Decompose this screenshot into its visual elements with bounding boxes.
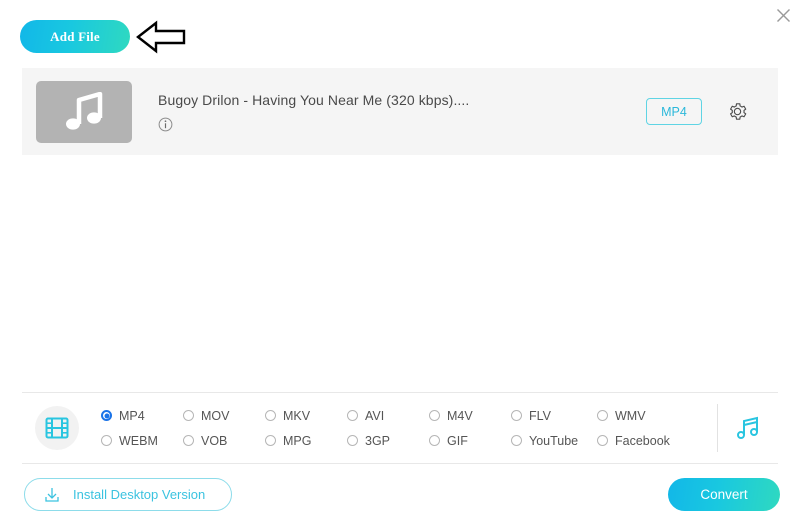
- format-option-label: 3GP: [365, 433, 391, 448]
- format-option-mpg[interactable]: MPG: [265, 428, 347, 453]
- radio-dot-avi: [347, 410, 358, 421]
- format-option-mp4[interactable]: MP4: [101, 403, 183, 428]
- format-option-wmv[interactable]: WMV: [597, 403, 687, 428]
- add-file-button[interactable]: Add File: [20, 20, 130, 53]
- format-option-label: MOV: [201, 408, 230, 423]
- format-option-gif[interactable]: GIF: [429, 428, 511, 453]
- format-option-label: Facebook: [615, 433, 670, 448]
- radio-dot-facebook: [597, 435, 608, 446]
- format-option-label: WEBM: [119, 433, 158, 448]
- format-option-label: FLV: [529, 408, 551, 423]
- format-option-label: YouTube: [529, 433, 579, 448]
- output-format-bar: MP4 MOV MKV AVI M4V FLV WMV WEBM VOB MPG…: [22, 392, 778, 464]
- radio-dot-webm: [101, 435, 112, 446]
- info-icon: [158, 117, 173, 131]
- file-thumbnail: [36, 80, 132, 143]
- left-arrow-annotation-icon: [136, 20, 186, 54]
- download-icon: [43, 486, 61, 504]
- install-desktop-version-label: Install Desktop Version: [73, 487, 206, 502]
- radio-dot-youtube: [511, 435, 522, 446]
- format-option-youtube[interactable]: YouTube: [511, 428, 597, 453]
- radio-dot-wmv: [597, 410, 608, 421]
- format-option-webm[interactable]: WEBM: [101, 428, 183, 453]
- radio-dot-gif: [429, 435, 440, 446]
- format-option-label: VOB: [201, 433, 228, 448]
- music-note-icon: [66, 91, 103, 130]
- radio-dot-flv: [511, 410, 522, 421]
- film-strip-icon: [45, 417, 69, 439]
- format-option-label: MPG: [283, 433, 312, 448]
- file-name-label: Bugoy Drilon - Having You Near Me (320 k…: [158, 91, 470, 108]
- file-info-block: Bugoy Drilon - Having You Near Me (320 k…: [158, 92, 646, 132]
- radio-dot-mov: [183, 410, 194, 421]
- file-list-item[interactable]: Bugoy Drilon - Having You Near Me (320 k…: [22, 68, 778, 155]
- format-option-label: WMV: [615, 408, 646, 423]
- format-option-label: M4V: [447, 408, 473, 423]
- radio-dot-mkv: [265, 410, 276, 421]
- radio-dot-m4v: [429, 410, 440, 421]
- format-option-3gp[interactable]: 3GP: [347, 428, 429, 453]
- close-icon: [776, 8, 790, 22]
- format-option-facebook[interactable]: Facebook: [597, 428, 687, 453]
- audio-format-tab[interactable]: [718, 414, 778, 442]
- radio-dot-3gp: [347, 435, 358, 446]
- format-option-flv[interactable]: FLV: [511, 403, 597, 428]
- format-option-label: AVI: [365, 408, 385, 423]
- format-option-mov[interactable]: MOV: [183, 403, 265, 428]
- close-window-button[interactable]: [770, 2, 796, 28]
- format-option-label: MP4: [119, 408, 145, 423]
- install-desktop-version-button[interactable]: Install Desktop Version: [24, 478, 232, 511]
- music-note-icon: [737, 416, 758, 439]
- format-radio-grid: MP4 MOV MKV AVI M4V FLV WMV WEBM VOB MPG…: [101, 403, 717, 453]
- gear-icon: [729, 103, 746, 120]
- file-settings-button[interactable]: [726, 101, 748, 123]
- radio-dot-mp4: [101, 410, 112, 421]
- format-option-m4v[interactable]: M4V: [429, 403, 511, 428]
- file-output-format-button[interactable]: MP4: [646, 98, 702, 125]
- format-option-label: MKV: [283, 408, 311, 423]
- format-option-avi[interactable]: AVI: [347, 403, 429, 428]
- radio-dot-vob: [183, 435, 194, 446]
- file-info-button[interactable]: [158, 117, 173, 132]
- video-format-tab[interactable]: [35, 406, 79, 450]
- format-option-mkv[interactable]: MKV: [265, 403, 347, 428]
- radio-dot-mpg: [265, 435, 276, 446]
- format-option-vob[interactable]: VOB: [183, 428, 265, 453]
- convert-button[interactable]: Convert: [668, 478, 780, 511]
- format-option-label: GIF: [447, 433, 468, 448]
- top-toolbar: Add File: [20, 20, 186, 53]
